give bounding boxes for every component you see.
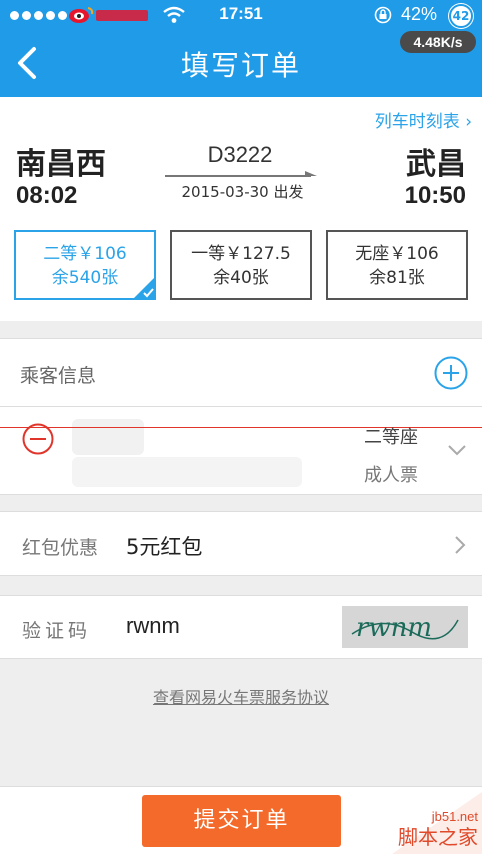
battery-percent: 42% [401,4,438,24]
captcha-input[interactable]: rwnm [126,613,180,639]
departure-station: 南昌西 [16,147,106,182]
arrival-station: 武昌 [406,147,466,182]
seat-price: 无座￥106 [355,244,439,264]
red-packet-value: 5元红包 [126,535,203,559]
passenger-name-redacted [72,419,144,455]
passenger-section: 乘客信息 二等座 成人票 [0,338,482,495]
seat-option-second-class[interactable]: 二等￥106 余540张 [14,230,156,300]
page-title: 填写订单 [180,49,301,82]
agreement-prefix: 查看 [152,688,185,707]
captcha-row: 验证码 rwnm rwnm [0,595,482,659]
passenger-section-title: 乘客信息 [20,365,97,387]
timetable-link[interactable]: 列车时刻表 › [375,107,472,132]
footer-bar: 提交订单 jb51.net 脚本之家 [0,786,482,854]
seat-options: 二等￥106 余540张 一等￥127.5 余40张 无座￥106 余81张 [14,230,469,300]
seat-option-no-seat[interactable]: 无座￥106 余81张 [326,230,468,300]
seat-remaining: 余40张 [213,268,269,288]
red-packet-row[interactable]: 红包优惠 5元红包 [0,511,482,576]
seat-remaining: 余81张 [369,268,425,288]
service-agreement-link[interactable]: 查看网易火车票服务协议 [0,684,482,708]
submit-order-button[interactable]: 提交订单 [142,795,341,847]
train-info-card: 列车时刻表 › 南昌西 08:02 D3222 2015-03-30 出发 武昌… [0,97,482,321]
chevron-down-icon[interactable] [447,443,467,457]
seat-price: 一等￥127.5 [191,244,291,264]
captcha-image[interactable]: rwnm [342,606,468,648]
passenger-seat-class: 二等座 [364,427,418,448]
divider [0,406,482,407]
red-packet-label: 红包优惠 [22,537,99,559]
selected-check-icon [132,276,156,300]
captcha-image-text: rwnm [356,613,432,643]
departure-date: 2015-03-30 出发 [181,183,304,201]
seat-option-first-class[interactable]: 一等￥127.5 余40张 [170,230,312,300]
departure-time: 08:02 [16,182,78,209]
chevron-right-icon [455,536,466,554]
seat-price: 二等￥106 [43,244,127,264]
arrival-time: 10:50 [404,182,466,209]
passenger-id-redacted [72,457,302,487]
train-number: D3222 [207,142,273,167]
app-header: 17:51 42% 42 4.48K/s 填写订单 [0,0,482,97]
route-arrow-icon [165,171,317,177]
passenger-ticket-type[interactable]: 成人票 [364,461,418,487]
status-bar: 17:51 42% 42 [0,0,482,32]
captcha-label: 验证码 [22,620,92,642]
watermark-name: 脚本之家 [398,825,478,849]
agreement-link-text[interactable]: 网易火车票服务协议 [185,688,329,707]
add-passenger-button[interactable] [434,356,468,390]
orientation-lock-icon [374,6,392,24]
notification-badge: 42 [449,4,473,28]
